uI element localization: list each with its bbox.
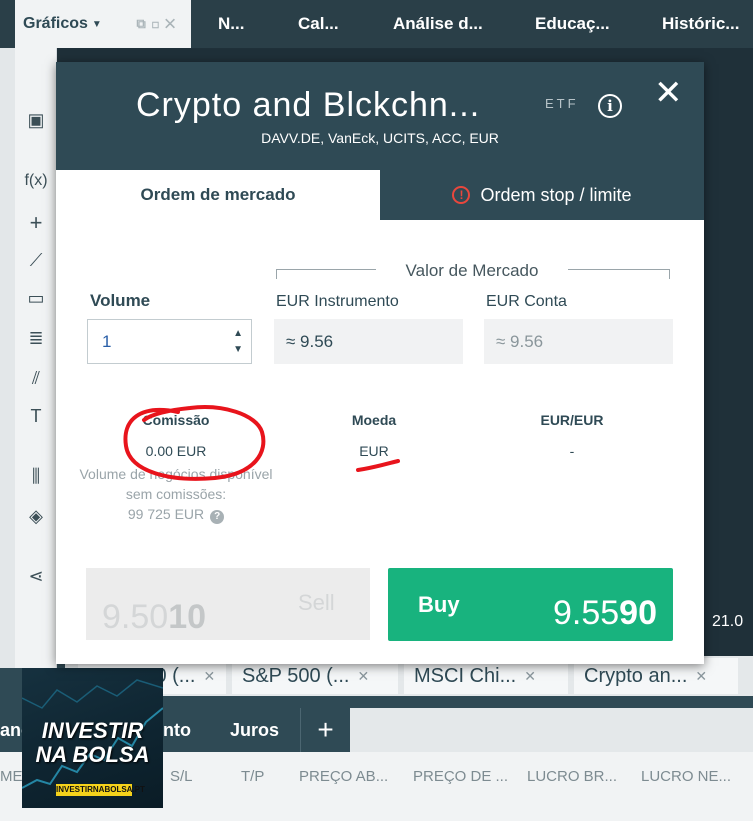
- close-icon[interactable]: ✕: [203, 668, 215, 685]
- logo-line-2: NA BOLSA: [35, 742, 150, 767]
- top-tab-education[interactable]: Educaç...: [535, 0, 610, 48]
- top-tab-calendar[interactable]: Cal...: [298, 0, 339, 48]
- add-tab-icon[interactable]: +: [300, 708, 350, 752]
- buy-label: Buy: [418, 592, 460, 617]
- market-value-title: Valor de Mercado: [405, 261, 539, 280]
- currency-value: EUR: [359, 443, 389, 459]
- sell-price: 9.5010: [102, 598, 206, 637]
- layers-icon[interactable]: ◈: [15, 506, 57, 527]
- eur-account-field: ≈ 9.56: [484, 319, 673, 364]
- volume-input[interactable]: 1 ▲ ▼: [87, 319, 252, 364]
- close-icon[interactable]: ✕: [695, 668, 707, 685]
- top-tab-analysis[interactable]: Análise d...: [393, 0, 483, 48]
- close-icon[interactable]: ✕: [524, 668, 536, 685]
- chart-price-label: 21.0: [712, 613, 744, 630]
- graficos-tab[interactable]: Gráficos ▼ ⧉◻✕: [15, 0, 191, 48]
- investir-na-bolsa-logo: INVESTIR NA BOLSA INVESTIRNABOLSA.PT: [22, 668, 163, 808]
- eur-account-value: ≈ 9.56: [496, 331, 544, 351]
- help-icon[interactable]: ?: [210, 510, 225, 524]
- alert-icon: !: [452, 186, 471, 204]
- volume-stepper[interactable]: ▲ ▼: [233, 326, 243, 358]
- sell-price-light: 9.50: [102, 598, 169, 636]
- logo-line-1: INVESTIR: [41, 718, 144, 743]
- sell-price-bold: 10: [168, 598, 207, 636]
- positions-tab-juros[interactable]: Juros: [230, 708, 279, 752]
- column-header[interactable]: S/L: [170, 768, 193, 785]
- instrument-title: Crypto and Blckchn...: [136, 86, 481, 124]
- fibonacci-icon[interactable]: ≣: [15, 328, 57, 349]
- volume-value: 1: [102, 331, 112, 351]
- free-volume-info: Volume de negócios disponível sem comiss…: [56, 464, 296, 524]
- positions-strip-empty: [350, 708, 753, 752]
- graficos-label: Gráficos: [23, 15, 88, 32]
- buy-price-light: 9.55: [552, 594, 620, 632]
- tab-stop-limit-order[interactable]: ! Ordem stop / limite: [380, 170, 704, 220]
- window-controls-icon[interactable]: ⧉◻✕: [136, 16, 181, 32]
- rectangle-icon[interactable]: ▭: [15, 288, 57, 309]
- eur-instrument-label: EUR Instrumento: [276, 293, 399, 310]
- sell-label: Sell: [298, 590, 335, 615]
- rate-label: EUR/EUR: [540, 412, 604, 428]
- buy-button[interactable]: Buy 9.5590: [388, 568, 673, 641]
- crosshair-icon[interactable]: +: [15, 210, 57, 236]
- close-icon[interactable]: ✕: [654, 76, 683, 110]
- tab-stop-limit-label: Ordem stop / limite: [480, 184, 632, 205]
- close-icon[interactable]: ✕: [357, 668, 369, 685]
- currency-label: Moeda: [351, 412, 397, 428]
- rate-value: -: [569, 443, 575, 459]
- buy-price: 9.5590: [553, 594, 657, 633]
- channel-icon[interactable]: ⫽: [15, 368, 57, 389]
- chart-layout-icon[interactable]: ▣: [15, 110, 57, 131]
- commission-value: 0.00 EUR: [145, 443, 207, 459]
- free-volume-line-1: Volume de negócios disponível: [79, 466, 273, 482]
- divider: [568, 269, 670, 279]
- eur-instrument-value: ≈ 9.56: [286, 331, 334, 351]
- column-header[interactable]: PREÇO AB...: [299, 768, 388, 785]
- eur-instrument-field: ≈ 9.56: [274, 319, 463, 364]
- column-header[interactable]: LUCRO NE...: [641, 768, 731, 785]
- volume-label: Volume: [90, 291, 151, 310]
- top-tab-news[interactable]: N...: [218, 0, 244, 48]
- dropdown-caret-icon[interactable]: ▼: [92, 19, 102, 30]
- info-icon[interactable]: i: [598, 94, 622, 118]
- instrument-type-badge: ETF: [545, 96, 579, 111]
- left-edge-panel: [0, 48, 15, 668]
- order-dialog: Crypto and Blckchn... ETF i ✕ DAVV.DE, V…: [56, 62, 704, 664]
- sell-button[interactable]: Sell 9.5010: [86, 568, 370, 640]
- commission-label: Comissão: [142, 412, 210, 428]
- instrument-tab-label: S&P 500 (...: [242, 664, 350, 687]
- text-tool-icon[interactable]: T: [15, 406, 57, 427]
- free-volume-line-2: sem comissões:: [125, 486, 227, 502]
- positions-tab-partial-2[interactable]: nto: [163, 708, 191, 752]
- column-header[interactable]: ME: [0, 768, 23, 785]
- top-tab-history[interactable]: Históric...: [662, 0, 739, 48]
- free-volume-value: 99 725 EUR: [127, 506, 205, 522]
- free-volume-amount: 99 725 EUR?: [56, 504, 296, 524]
- candles-icon[interactable]: ⫼: [15, 466, 57, 487]
- chart-toolbar: ▣ f(x) + ⟋ ▭ ≣ ⫽ T ⫼ ◈ ⋖: [15, 48, 57, 668]
- logo-url: INVESTIRNABOLSA.PT: [56, 784, 145, 796]
- divider: [276, 269, 376, 279]
- instrument-tab-label: MSCI Chi...: [414, 664, 517, 687]
- buy-price-bold: 90: [619, 594, 657, 632]
- instrument-subtitle: DAVV.DE, VanEck, UCITS, ACC, EUR: [261, 130, 499, 146]
- column-header[interactable]: LUCRO BR...: [527, 768, 617, 785]
- function-icon[interactable]: f(x): [15, 172, 57, 190]
- column-header[interactable]: PREÇO DE ...: [413, 768, 508, 785]
- trendline-icon[interactable]: ⟋: [15, 250, 57, 271]
- tab-market-order-label: Ordem de mercado: [140, 185, 296, 204]
- share-icon[interactable]: ⋖: [15, 566, 57, 587]
- tab-market-order[interactable]: Ordem de mercado: [56, 170, 380, 220]
- column-header[interactable]: T/P: [241, 768, 264, 785]
- instrument-tab-label: Crypto an...: [584, 664, 688, 687]
- eur-account-label: EUR Conta: [486, 293, 567, 310]
